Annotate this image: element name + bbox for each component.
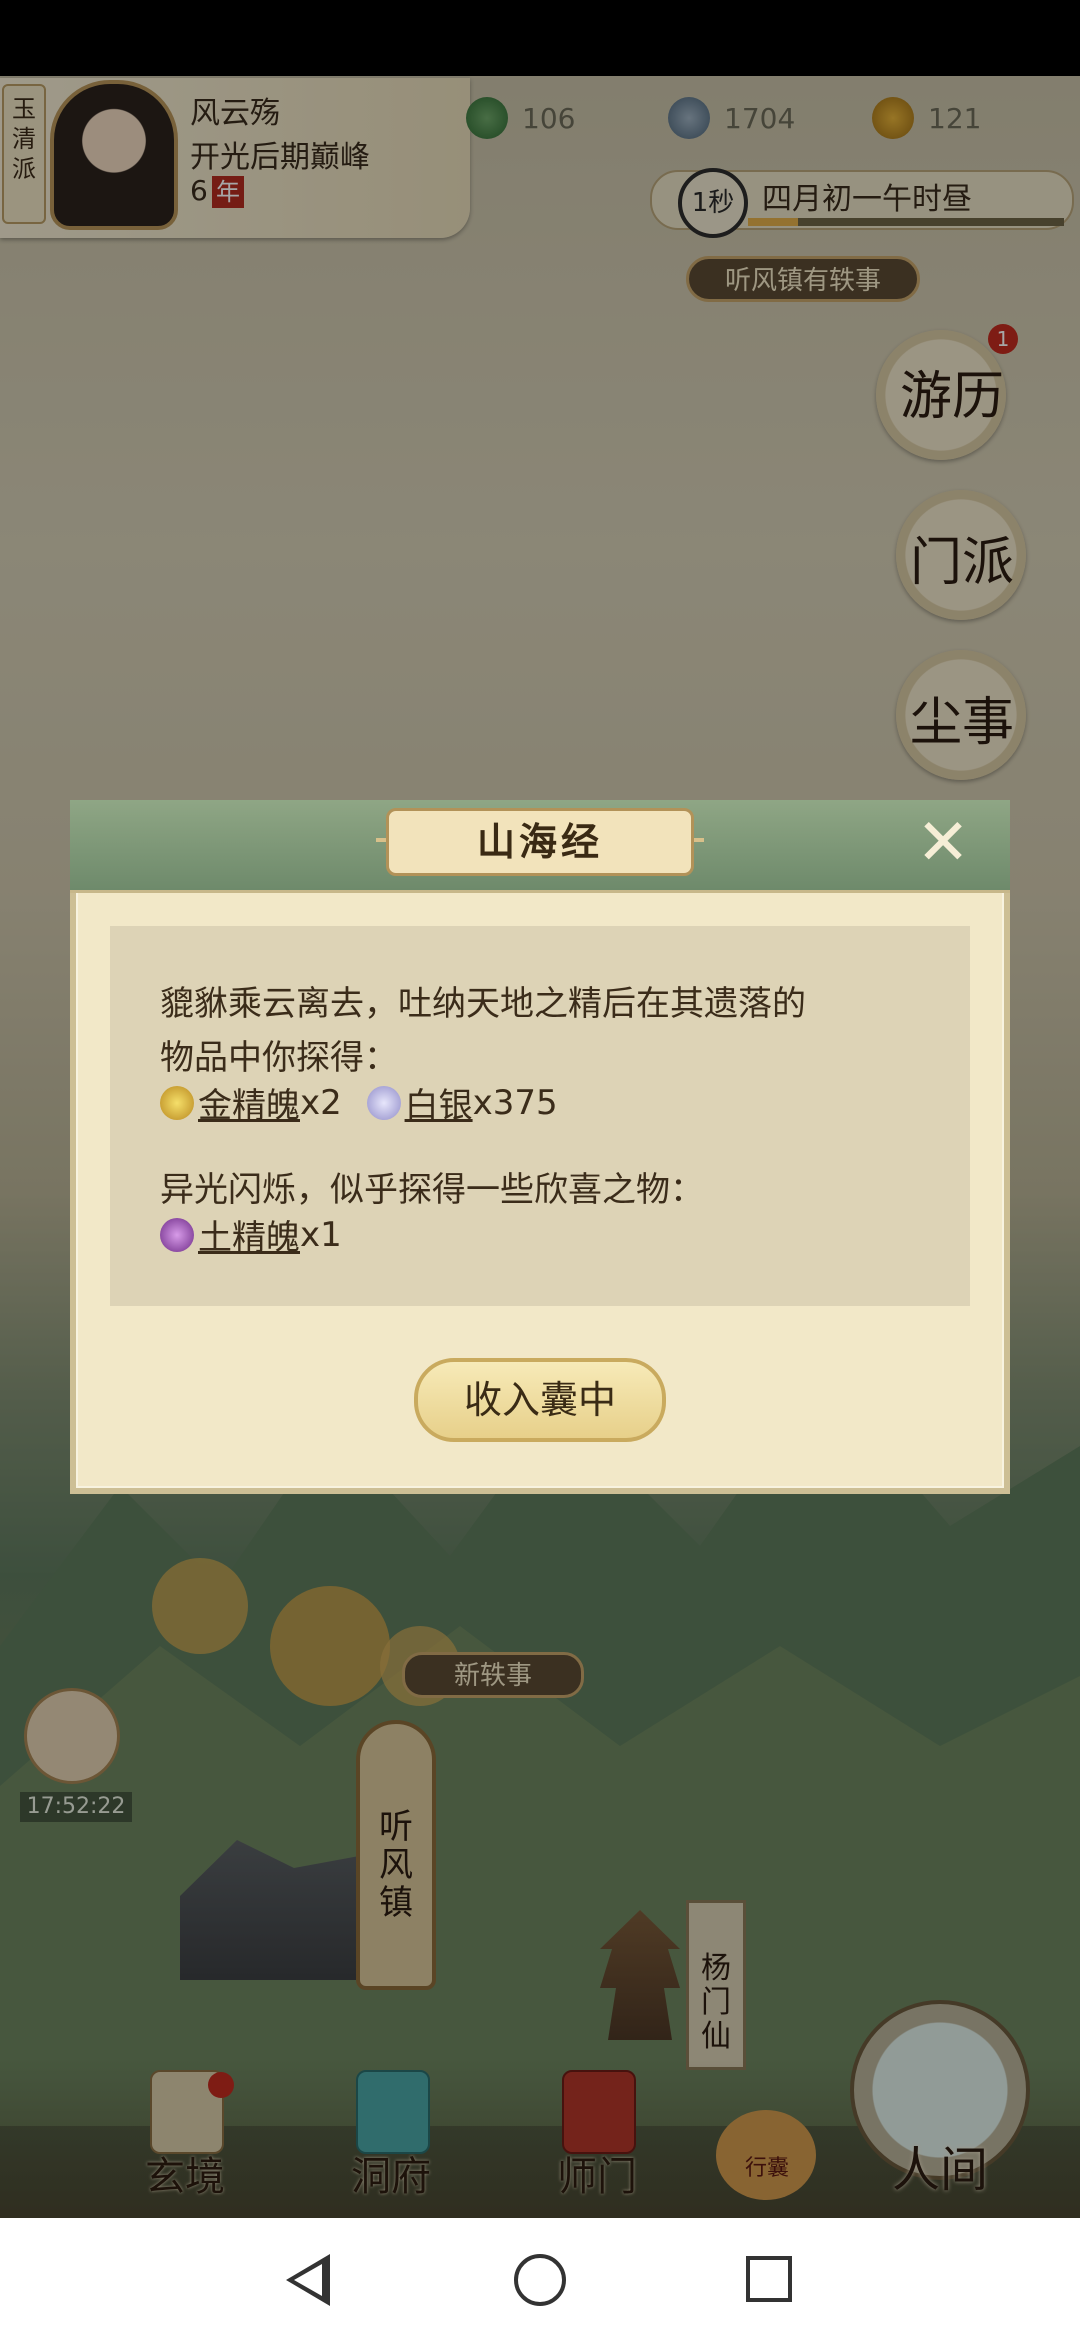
reward-item-qty: x375 (472, 1082, 558, 1123)
earth-essence-icon (160, 1217, 194, 1252)
home-icon[interactable] (514, 2254, 566, 2306)
close-button[interactable]: ✕ (912, 811, 974, 876)
back-icon-inner (294, 2264, 322, 2296)
reward-item[interactable]: 金精魄 x2 (160, 1078, 342, 1127)
collect-button[interactable]: 收入囊中 (414, 1358, 666, 1442)
reward-item-name: 土精魄 (198, 1218, 300, 1258)
reward-item-qty: x2 (300, 1082, 342, 1123)
gold-essence-icon (160, 1085, 194, 1120)
dialog-title: 山海经 (386, 808, 694, 876)
recents-icon[interactable] (746, 2256, 792, 2302)
story-line-1: 貔貅乘云离去，吐纳天地之精后在其遗落的 (160, 984, 806, 1024)
reward-item[interactable]: 土精魄 x1 (160, 1210, 342, 1259)
story-line-3: 异光闪烁，似乎探得一些欣喜之物： (160, 1170, 704, 1210)
status-bar (0, 0, 1080, 76)
reward-item-name: 金精魄 (198, 1086, 300, 1126)
reward-item-qty: x1 (300, 1214, 342, 1255)
reward-list-2: 土精魄 x1 (160, 1210, 342, 1261)
story-line-2: 物品中你探得： (160, 1038, 398, 1078)
reward-item-name: 白银 (404, 1086, 473, 1126)
silver-icon (366, 1085, 401, 1120)
reward-item[interactable]: 白银 x375 (366, 1078, 558, 1127)
reward-list-1: 金精魄 x2 白银 x375 (160, 1078, 558, 1129)
